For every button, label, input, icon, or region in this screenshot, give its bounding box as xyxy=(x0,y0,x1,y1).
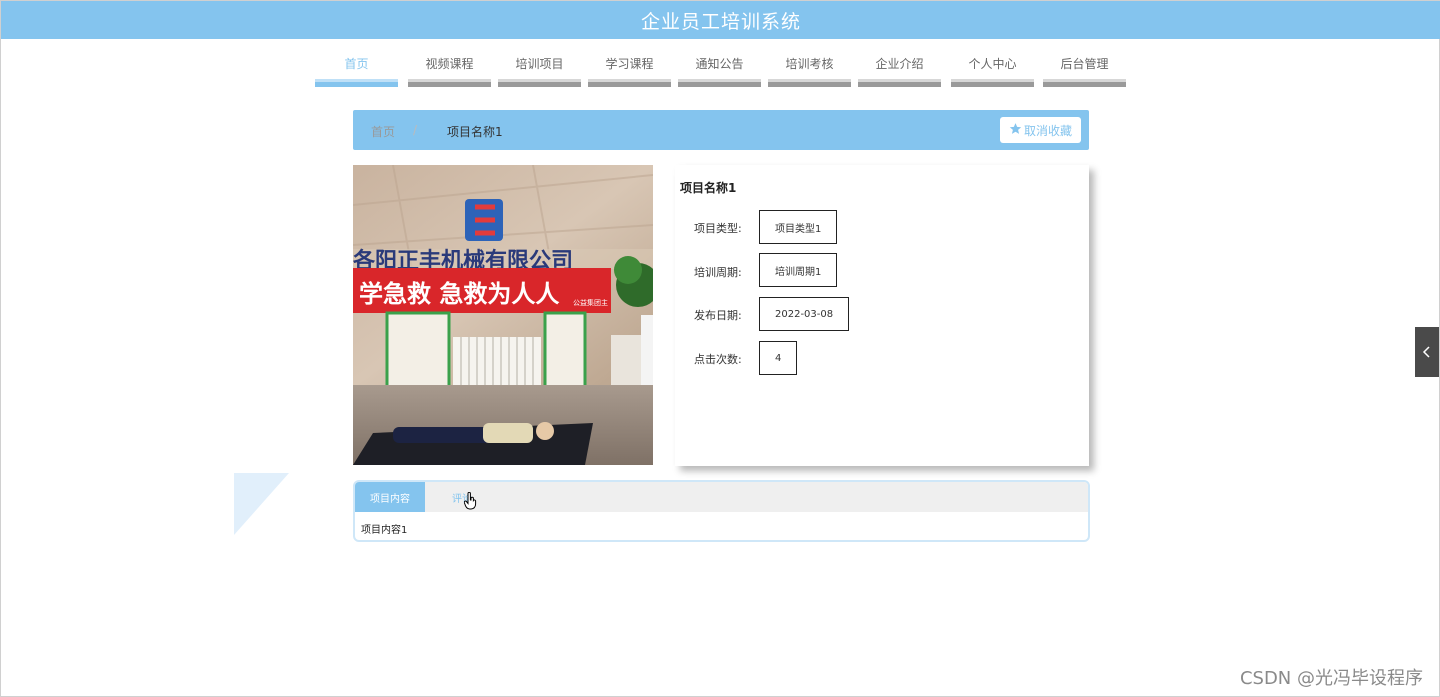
nav-item-underline xyxy=(678,79,761,87)
nav-item-underline xyxy=(498,79,581,87)
nav-item-video-courses[interactable]: 视频课程 xyxy=(408,55,491,87)
side-collapse-tab[interactable] xyxy=(1415,327,1439,377)
breadcrumb: 首页 / 项目名称1 取消收藏 xyxy=(353,110,1089,150)
chevron-left-icon xyxy=(1422,343,1432,362)
tab-comments[interactable]: 评论 xyxy=(437,482,487,512)
nav-item-label: 学习课程 xyxy=(605,57,654,71)
training-period-value: 培训周期1 xyxy=(759,253,838,287)
nav-item-underline xyxy=(588,79,671,87)
nav-item-label: 后台管理 xyxy=(1060,57,1109,71)
app-header: 企业员工培训系统 xyxy=(1,1,1440,39)
nav-item-training-projects[interactable]: 培训项目 xyxy=(498,55,581,87)
project-type-value: 项目类型1 xyxy=(759,210,838,244)
cancel-favorite-label: 取消收藏 xyxy=(1023,123,1072,138)
nav-item-underline xyxy=(951,79,1034,87)
nav-item-label: 个人中心 xyxy=(968,57,1017,71)
project-type-text: 项目类型1 xyxy=(775,223,822,235)
nav-item-label: 培训项目 xyxy=(515,57,564,71)
publish-date-text: 2022-03-08 xyxy=(775,308,834,320)
nav-item-admin[interactable]: 后台管理 xyxy=(1043,55,1126,87)
click-count-label: 点击次数: xyxy=(694,353,742,366)
cancel-favorite-button[interactable]: 取消收藏 xyxy=(1000,117,1081,143)
nav-item-underline xyxy=(768,79,851,87)
nav-item-company-intro[interactable]: 企业介绍 xyxy=(858,55,941,87)
breadcrumb-separator: / xyxy=(413,123,418,137)
nav-item-underline xyxy=(1043,79,1126,87)
nav-item-label: 培训考核 xyxy=(785,57,834,71)
decorative-triangle xyxy=(234,473,289,535)
banner-small-text: 公益集团主 xyxy=(573,298,608,307)
breadcrumb-home-link[interactable]: 首页 xyxy=(371,123,395,140)
nav-item-notices[interactable]: 通知公告 xyxy=(678,55,761,87)
nav-item-home[interactable]: 首页 xyxy=(315,55,398,87)
nav-item-underline xyxy=(858,79,941,87)
project-photo: 各阳正丰机械有限公司 学急救 急救为人人 公益集团主 xyxy=(353,165,653,465)
click-count-text: 4 xyxy=(775,352,782,364)
nav-item-underline xyxy=(408,79,491,87)
nav-item-label: 企业介绍 xyxy=(875,57,924,71)
csdn-watermark: CSDN @光冯毕设程序 xyxy=(1239,668,1423,689)
tab-label: 项目内容 xyxy=(370,493,410,505)
project-type-label: 项目类型: xyxy=(694,222,742,235)
breadcrumb-current: 项目名称1 xyxy=(447,125,503,139)
click-count-value: 4 xyxy=(759,341,798,375)
banner-text: 学急救 急救为人人 xyxy=(359,280,559,308)
tab-project-content[interactable]: 项目内容 xyxy=(355,482,425,512)
nav-item-personal-center[interactable]: 个人中心 xyxy=(951,55,1034,87)
nav-item-label: 视频课程 xyxy=(425,57,474,71)
nav-item-study-courses[interactable]: 学习课程 xyxy=(588,55,671,87)
nav-item-underline xyxy=(315,79,398,87)
nav-item-label: 通知公告 xyxy=(695,57,744,71)
training-period-text: 培训周期1 xyxy=(775,266,822,278)
project-photo-image: 各阳正丰机械有限公司 学急救 急救为人人 公益集团主 xyxy=(353,165,653,465)
tab-content: 项目内容1 xyxy=(361,525,408,536)
star-icon xyxy=(1009,122,1022,138)
page: 企业员工培训系统 首页 视频课程 培训项目 学习课程 通知公告 培训考核 企业介… xyxy=(0,0,1440,697)
app-title: 企业员工培训系统 xyxy=(640,10,801,33)
publish-date-label: 发布日期: xyxy=(694,309,742,322)
training-period-label: 培训周期: xyxy=(694,266,742,279)
nav-item-label: 首页 xyxy=(344,57,369,71)
nav-item-training-assessment[interactable]: 培训考核 xyxy=(768,55,851,87)
hand-cursor-icon xyxy=(463,491,478,514)
publish-date-value: 2022-03-08 xyxy=(759,297,850,331)
project-name: 项目名称1 xyxy=(680,181,737,195)
project-info-card: 项目名称1 项目类型: 项目类型1 培训周期: 培训周期1 发布日期: 2022… xyxy=(675,165,1089,466)
